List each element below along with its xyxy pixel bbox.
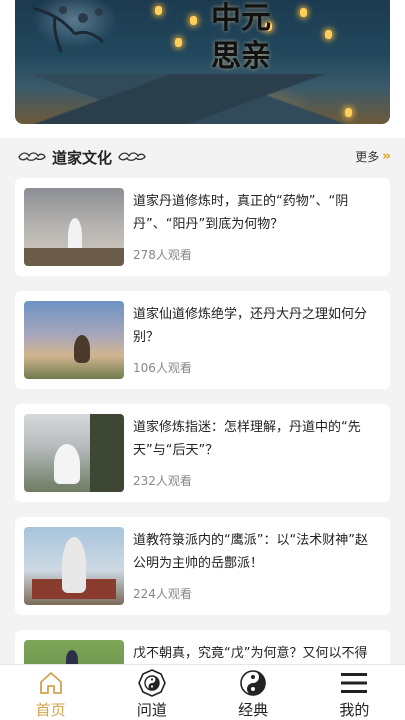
article-card[interactable]: 道教符箓派内的“鹰派”：以“法术财神”赵公明为主帅的岳鄷派！ 224人观看 (15, 517, 390, 615)
article-thumbnail (24, 301, 124, 379)
article-views: 106人观看 (133, 361, 192, 375)
article-title: 道家丹道修炼时，真正的“药物”、“阴丹”、“阳丹”到底为何物？ (133, 194, 349, 232)
more-label: 更多 (355, 150, 380, 164)
banner-container: 中元思亲 (0, 0, 405, 138)
menu-icon (341, 673, 368, 693)
section-title: 道家文化 (52, 148, 113, 167)
banner-image[interactable]: 中元思亲 (15, 0, 390, 124)
taiji-icon (240, 670, 266, 696)
article-views: 232人观看 (133, 474, 192, 488)
cloud-left-icon (18, 152, 46, 161)
tab-label: 我的 (339, 701, 370, 719)
tab-wendao[interactable]: 问道 (101, 665, 202, 720)
article-card[interactable]: 道家修炼指迷：怎样理解，丹道中的“先天”与“后天”？ 232人观看 (15, 404, 390, 502)
tab-label: 问道 (136, 701, 167, 719)
tab-classics[interactable]: 经典 (203, 665, 304, 720)
bagua-icon (137, 669, 166, 697)
tab-mine[interactable]: 我的 (304, 665, 405, 720)
double-chevron-right-icon: ›› (382, 149, 391, 164)
article-title: 道家修炼指迷：怎样理解，丹道中的“先天”与“后天”？ (133, 420, 361, 458)
article-title: 道家仙道修炼绝学，还丹大丹之理如何分别？ (133, 307, 368, 345)
article-thumbnail (24, 414, 124, 492)
article-views: 278人观看 (133, 248, 192, 262)
section-header: 道家文化 更多 ›› (0, 138, 405, 176)
article-card[interactable]: 道家丹道修炼时，真正的“药物”、“阴丹”、“阳丹”到底为何物？ 278人观看 (15, 178, 390, 276)
article-title: 道教符箓派内的“鹰派”：以“法术财神”赵公明为主帅的岳鄷派！ (133, 533, 368, 571)
bottom-tab-bar: 首页 问道 经典 我的 (0, 664, 405, 720)
article-views: 224人观看 (133, 587, 192, 601)
article-thumbnail (24, 188, 124, 266)
article-thumbnail (24, 527, 124, 605)
home-icon (39, 672, 62, 694)
tab-label: 首页 (35, 701, 66, 719)
tab-home[interactable]: 首页 (0, 665, 101, 720)
cloud-right-icon (118, 152, 146, 161)
more-link[interactable]: 更多 ›› (355, 148, 391, 165)
article-card[interactable]: 道家仙道修炼绝学，还丹大丹之理如何分别？ 106人观看 (15, 291, 390, 389)
banner-title: 中元思亲 (211, 1, 271, 74)
tab-label: 经典 (238, 701, 269, 719)
branch-decoration-icon (33, 6, 105, 53)
article-title: 戊不朝真，究竟“戊”为何意？又何以不得 (133, 646, 368, 661)
